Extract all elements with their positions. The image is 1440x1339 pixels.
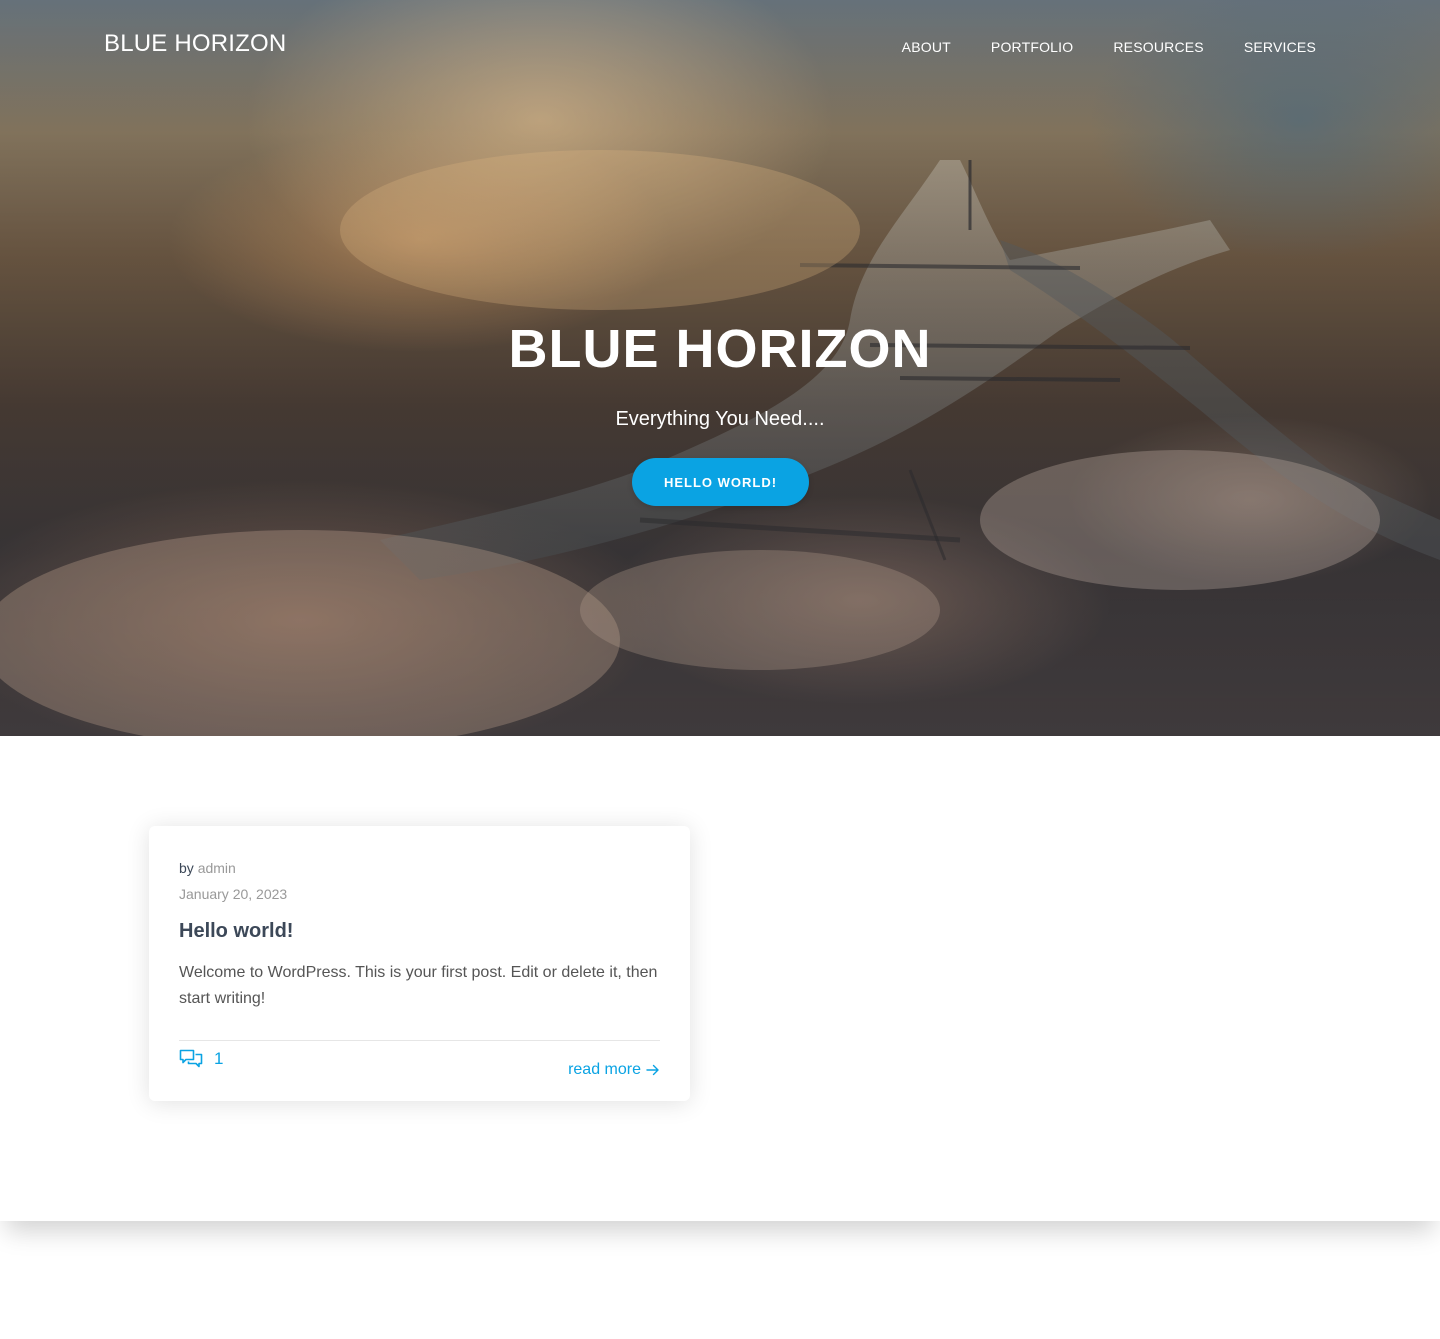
comment-count: 1 xyxy=(214,1049,224,1068)
hero-cta-button[interactable]: HELLO WORLD! xyxy=(632,458,809,506)
post-excerpt: Welcome to WordPress. This is your first… xyxy=(179,964,658,1007)
site-logo-link[interactable]: BLUE HORIZON xyxy=(104,30,286,58)
menu-item-portfolio: PORTFOLIO xyxy=(991,37,1073,56)
comments-icon xyxy=(179,1049,203,1068)
menu-link-about[interactable]: ABOUT xyxy=(902,39,951,55)
read-more-link[interactable]: read more xyxy=(568,1061,660,1079)
menu-item-resources: RESOURCES xyxy=(1113,37,1203,56)
post-date: January 20, 2023 xyxy=(179,886,288,902)
post-title-link[interactable]: Hello world! xyxy=(179,920,293,943)
hero-subtitle: Everything You Need.... xyxy=(615,408,825,430)
arrow-right-icon xyxy=(646,1064,659,1076)
menu-item-services: SERVICES xyxy=(1244,37,1316,56)
main-content: by admin January 20, 2023 Hello world! W… xyxy=(0,736,1440,1221)
hero-section: BLUE HORIZON ABOUT PORTFOLIO RESOURCES S… xyxy=(0,0,1440,736)
menu-link-portfolio[interactable]: PORTFOLIO xyxy=(991,39,1073,55)
post-comments-link[interactable]: 1 xyxy=(179,1048,223,1070)
post-author-line: by admin xyxy=(179,860,236,876)
menu-item-about: ABOUT xyxy=(902,37,951,56)
read-more-label: read more xyxy=(568,1061,641,1078)
hero-title: BLUE HORIZON xyxy=(508,319,932,379)
menu-link-services[interactable]: SERVICES xyxy=(1244,39,1316,55)
menu-link-resources[interactable]: RESOURCES xyxy=(1113,39,1203,55)
primary-menu: ABOUT PORTFOLIO RESOURCES SERVICES xyxy=(902,37,1316,56)
post-author-prefix: by xyxy=(179,860,194,876)
post-divider xyxy=(179,1040,660,1041)
post-author-link[interactable]: admin xyxy=(198,860,236,876)
top-navbar: BLUE HORIZON ABOUT PORTFOLIO RESOURCES S… xyxy=(0,0,1440,90)
blog-post-card: by admin January 20, 2023 Hello world! W… xyxy=(149,826,690,1101)
